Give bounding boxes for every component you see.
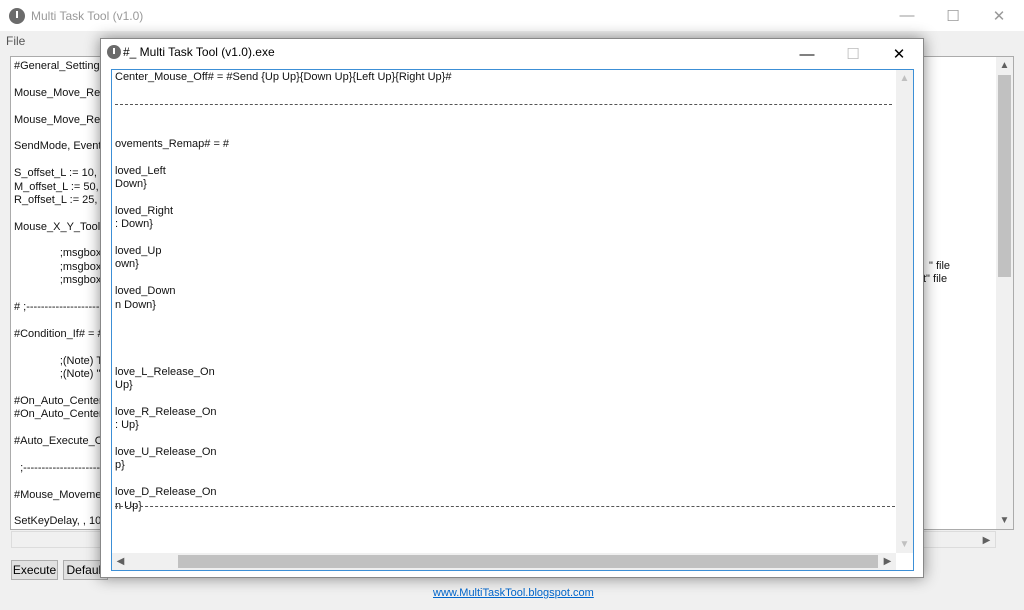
editor-line: loved_Up [115, 245, 162, 258]
editor-line: love_L_Release_On [115, 365, 215, 378]
editor-line: : Down} [115, 218, 153, 231]
separator-line [115, 104, 892, 105]
editor-text-fragment: t" file [923, 273, 948, 285]
editor-line: n Down} [115, 298, 156, 311]
editor-line: own} [115, 258, 139, 271]
editor-line: love_U_Release_On [115, 445, 217, 458]
scroll-right-icon[interactable]: ▶ [879, 553, 896, 570]
scroll-up-icon[interactable]: ▲ [996, 57, 1013, 74]
child-window-title: #_ Multi Task Tool (v1.0).exe [123, 45, 275, 59]
editor-line: loved_Right [115, 204, 174, 217]
title-bar: Multi Task Tool (v1.0) — ☐ ✕ [0, 0, 1024, 31]
app-icon [107, 45, 121, 59]
minimize-button[interactable]: — [784, 39, 830, 69]
close-button[interactable]: ✕ [976, 0, 1022, 31]
editor-line: : Up} [115, 419, 139, 432]
scroll-down-icon[interactable]: ▼ [996, 512, 1013, 529]
window-title: Multi Task Tool (v1.0) [31, 9, 144, 23]
child-editor-lines: Center_Mouse_Off# = #Send {Up Up}{Down U… [115, 71, 451, 513]
scroll-down-icon[interactable]: ▼ [896, 536, 913, 553]
maximize-button: ☐ [846, 46, 860, 63]
editor-line: ovements_Remap# = # [115, 137, 230, 150]
close-button[interactable]: ✕ [876, 39, 922, 69]
editor-line: Up} [115, 378, 133, 391]
editor-line: Center_Mouse_Off# = #Send {Up Up}{Down U… [115, 71, 452, 83]
child-vertical-scrollbar[interactable]: ▲ ▼ [896, 70, 913, 553]
child-horizontal-scroll-thumb[interactable] [178, 555, 878, 568]
maximize-button[interactable]: ☐ [930, 0, 976, 31]
scroll-right-icon[interactable]: ▶ [978, 532, 995, 549]
editor-text-fragment: " file [929, 260, 951, 272]
main-vertical-scrollbar[interactable]: ▲ ▼ [996, 57, 1013, 529]
editor-line: loved_Down [115, 285, 176, 298]
editor-line: love_R_Release_On [115, 405, 217, 418]
editor-line: Down} [115, 178, 147, 191]
scroll-left-icon[interactable]: ◀ [112, 553, 129, 570]
child-script-editor[interactable]: Center_Mouse_Off# = #Send {Up Up}{Down U… [111, 69, 914, 571]
scroll-up-icon[interactable]: ▲ [896, 70, 913, 87]
editor-line: p} [115, 459, 125, 472]
script-viewer-window: #_ Multi Task Tool (v1.0).exe — ☐ ✕ Cent… [100, 38, 924, 578]
editor-line: love_D_Release_On [115, 486, 217, 499]
editor-line: loved_Left [115, 164, 166, 177]
child-horizontal-scrollbar[interactable]: ◀ ▶ [112, 553, 896, 570]
menu-file[interactable]: File [6, 34, 25, 48]
separator-line [115, 506, 895, 507]
child-title-bar: #_ Multi Task Tool (v1.0).exe — ☐ ✕ [101, 39, 923, 69]
app-icon [9, 8, 25, 24]
minimize-button[interactable]: — [884, 0, 930, 31]
main-vertical-scroll-thumb[interactable] [998, 75, 1011, 277]
execute-button[interactable]: Execute [11, 560, 58, 580]
website-link[interactable]: www.MultiTaskTool.blogspot.com [433, 587, 594, 599]
